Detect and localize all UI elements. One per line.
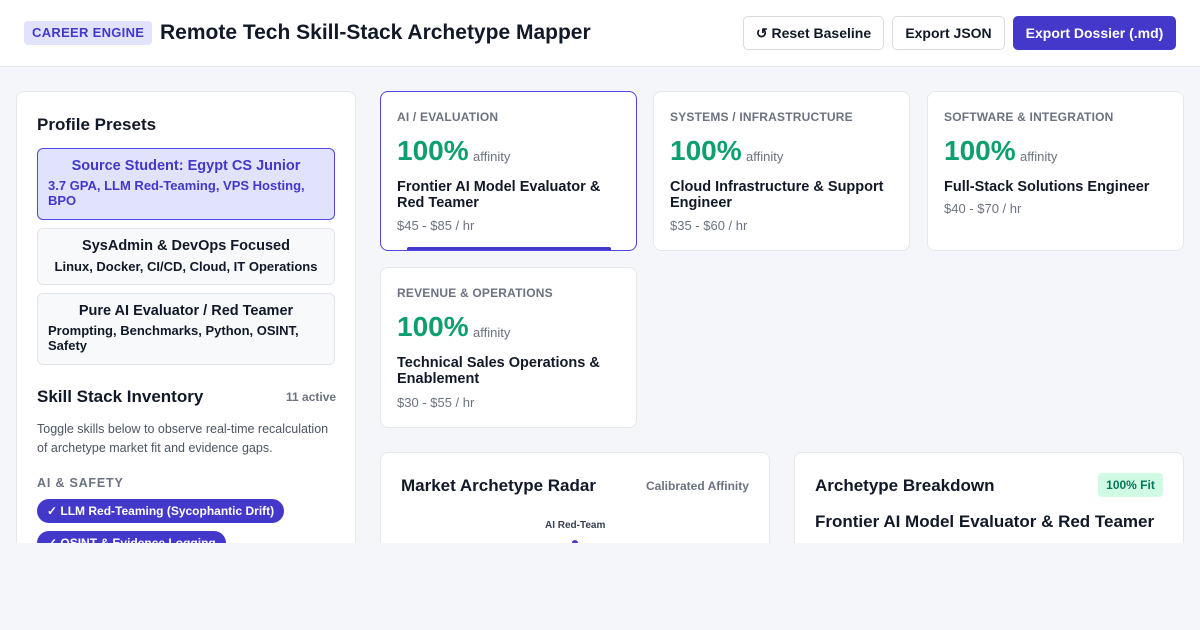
card-title: Cloud Infrastructure & Support Engineer [670, 179, 884, 211]
archetype-card-revenue-operations[interactable]: REVENUE & OPERATIONS 100% affinity Techn… [380, 267, 637, 428]
radar-title: Market Archetype Radar [401, 476, 596, 495]
radar-point [572, 540, 578, 543]
affinity-percent: 100% [397, 311, 469, 342]
preset-egypt-cs-junior[interactable]: Source Student: Egypt CS Junior 3.7 GPA,… [37, 148, 335, 220]
card-rate: $35 - $60 / hr [670, 218, 748, 233]
skill-chip[interactable]: ✓ OSINT & Evidence Logging [37, 531, 226, 543]
sidebar-panel: Profile Presets Source Student: Egypt CS… [16, 91, 356, 543]
reset-baseline-button[interactable]: ↺ Reset Baseline [743, 16, 884, 50]
export-dossier-button[interactable]: Export Dossier (.md) [1013, 16, 1176, 50]
preset-ai-evaluator[interactable]: Pure AI Evaluator / Red Teamer Prompting… [37, 293, 335, 365]
app-title: Remote Tech Skill-Stack Archetype Mapper [160, 21, 591, 44]
card-title: Full-Stack Solutions Engineer [944, 179, 1150, 195]
preset-subtitle: 3.7 GPA, LLM Red-Teaming, VPS Hosting, B… [48, 178, 305, 208]
affinity-label: affinity [473, 149, 511, 164]
preset-title: Pure AI Evaluator / Red Teamer [78, 303, 294, 319]
archetype-card-software-integration[interactable]: SOFTWARE & INTEGRATION 100% affinity Ful… [927, 91, 1184, 251]
export-json-button[interactable]: Export JSON [892, 16, 1005, 50]
radar-axis-label: AI Red-Team [545, 520, 606, 531]
category-label: AI & SAFETY [37, 476, 124, 490]
preset-subtitle: Linux, Docker, CI/CD, Cloud, IT Operatio… [54, 259, 318, 274]
fit-badge: 100% Fit [1098, 473, 1163, 497]
preset-sysadmin-devops[interactable]: SysAdmin & DevOps Focused Linux, Docker,… [37, 228, 335, 285]
inventory-description: Toggle skills below to observe real-time… [37, 422, 329, 455]
radar-panel: Market Archetype Radar Calibrated Affini… [380, 452, 770, 543]
card-rate: $40 - $70 / hr [944, 201, 1022, 216]
affinity-label: affinity [1020, 149, 1058, 164]
preset-title: SysAdmin & DevOps Focused [82, 238, 290, 254]
selection-indicator [407, 247, 611, 250]
affinity-label: affinity [746, 149, 784, 164]
skill-chip[interactable]: ✓ LLM Red-Teaming (Sycophantic Drift) [37, 499, 285, 523]
brand-badge: CAREER ENGINE [24, 21, 153, 45]
main-content: Profile Presets Source Student: Egypt CS… [0, 68, 1200, 543]
breakdown-archetype-name: Frontier AI Model Evaluator & Red Teamer [815, 512, 1155, 531]
breakdown-panel: Archetype Breakdown 100% Fit Frontier AI… [794, 452, 1184, 543]
card-category: AI / EVALUATION [397, 110, 499, 124]
card-title: Frontier AI Model Evaluator & Red Teamer [397, 179, 601, 211]
card-title: Technical Sales Operations & Enablement [397, 355, 600, 387]
card-rate: $30 - $55 / hr [397, 395, 475, 410]
breakdown-title: Archetype Breakdown [815, 476, 995, 495]
preset-title: Source Student: Egypt CS Junior [71, 158, 301, 174]
radar-note: Calibrated Affinity [646, 479, 749, 493]
affinity-percent: 100% [670, 135, 742, 166]
card-category: SOFTWARE & INTEGRATION [944, 110, 1114, 124]
affinity-percent: 100% [397, 135, 469, 166]
inventory-heading: Skill Stack Inventory [37, 387, 204, 406]
card-rate: $45 - $85 / hr [397, 218, 475, 233]
active-count: 11 active [286, 390, 337, 404]
archetype-card-systems-infrastructure[interactable]: SYSTEMS / INFRASTRUCTURE 100% affinity C… [653, 91, 910, 251]
affinity-label: affinity [473, 325, 511, 340]
card-category: SYSTEMS / INFRASTRUCTURE [670, 110, 853, 124]
archetype-card-ai-evaluation[interactable]: AI / EVALUATION 100% affinity Frontier A… [380, 91, 637, 251]
top-bar: CAREER ENGINE Remote Tech Skill-Stack Ar… [0, 0, 1200, 67]
presets-heading: Profile Presets [37, 115, 157, 134]
affinity-percent: 100% [944, 135, 1016, 166]
preset-subtitle: Prompting, Benchmarks, Python, OSINT, Sa… [48, 323, 299, 353]
card-category: REVENUE & OPERATIONS [397, 286, 553, 300]
